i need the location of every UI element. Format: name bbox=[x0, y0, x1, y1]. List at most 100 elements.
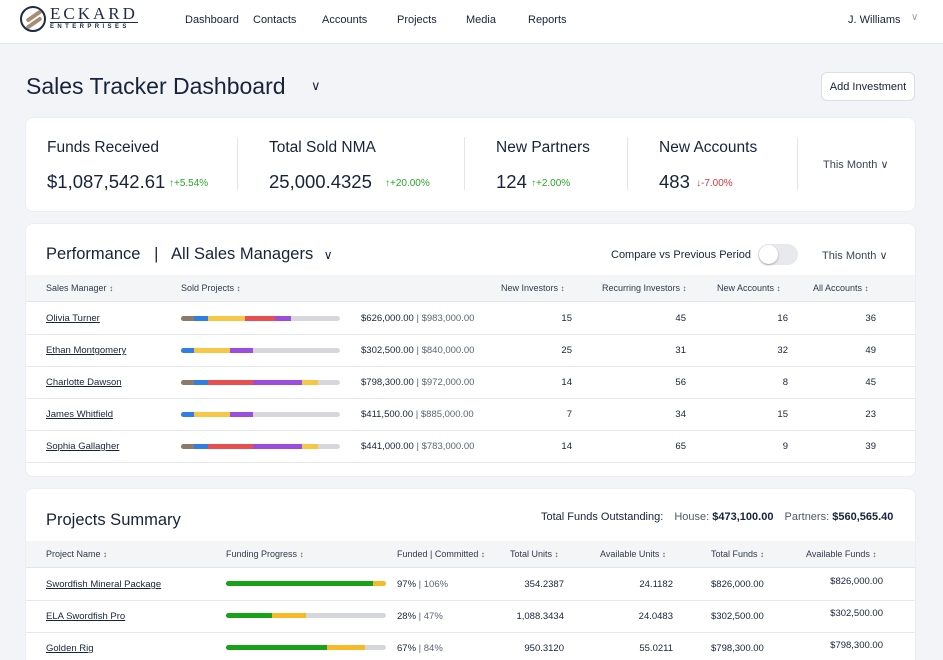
project-name-link[interactable]: ELA Swordfish Pro bbox=[46, 611, 125, 622]
sort-icon[interactable]: ↕ bbox=[662, 550, 666, 559]
column-new-investors[interactable]: New Investors ↕ bbox=[501, 283, 565, 293]
column-label: Available Units bbox=[600, 549, 660, 559]
column-project-name[interactable]: Project Name ↕ bbox=[46, 549, 107, 559]
column-total-funds[interactable]: Total Funds ↕ bbox=[711, 549, 764, 559]
table-row: Ethan Montgomery $302,500.00 | $840,000.0… bbox=[26, 335, 915, 367]
all-accounts-value: 36 bbox=[865, 313, 876, 324]
stat-value: 124 bbox=[496, 171, 527, 192]
compare-toggle[interactable] bbox=[758, 244, 798, 265]
sold-projects-bar bbox=[181, 348, 340, 353]
column-new-accounts[interactable]: New Accounts ↕ bbox=[717, 283, 781, 293]
funding-progress-bar bbox=[226, 581, 386, 586]
all-accounts-value: 49 bbox=[865, 345, 876, 356]
column-sales-manager[interactable]: Sales Manager ↕ bbox=[46, 283, 113, 293]
available-funds-value: $798,300.00 bbox=[830, 640, 883, 651]
nav-accounts[interactable]: Accounts bbox=[322, 14, 367, 26]
column-all-accounts[interactable]: All Accounts ↕ bbox=[813, 283, 869, 293]
bar-segment-purple bbox=[252, 444, 302, 449]
total-funds-value: $798,300.00 bbox=[711, 643, 764, 654]
sort-icon[interactable]: ↕ bbox=[481, 550, 485, 559]
sales-manager-link[interactable]: Sophia Gallagher bbox=[46, 441, 119, 452]
nav-reports[interactable]: Reports bbox=[528, 14, 567, 26]
project-name-link[interactable]: Golden Rig bbox=[46, 643, 94, 654]
column-available-funds[interactable]: Available Funds ↕ bbox=[806, 549, 876, 559]
sort-icon[interactable]: ↕ bbox=[872, 550, 876, 559]
funded-percent: 97% bbox=[397, 579, 417, 590]
user-menu[interactable]: J. Williams bbox=[848, 14, 901, 26]
column-available-units[interactable]: Available Units ↕ bbox=[600, 549, 666, 559]
available-units-value: 24.1182 bbox=[639, 579, 673, 590]
sort-icon[interactable]: ↕ bbox=[865, 284, 869, 293]
total-units-value: 950.3120 bbox=[524, 643, 564, 654]
nav-dashboard[interactable]: Dashboard bbox=[185, 14, 239, 26]
sales-manager-link[interactable]: Ethan Montgomery bbox=[46, 345, 126, 356]
stat-label: New Partners bbox=[496, 139, 590, 156]
total-value: $840,000.00 bbox=[421, 345, 475, 356]
column-funded-committed[interactable]: Funded | Committed ↕ bbox=[397, 549, 485, 559]
column-label: New Accounts bbox=[717, 283, 775, 293]
top-navigation: ECKARD ENTERPRISES Dashboard Contacts Ac… bbox=[0, 0, 943, 44]
sold-projects-bar bbox=[181, 380, 340, 385]
sold-value: $411,500.00 bbox=[361, 409, 414, 420]
sort-icon[interactable]: ↕ bbox=[760, 550, 764, 559]
column-total-units[interactable]: Total Units ↕ bbox=[510, 549, 559, 559]
project-name-link[interactable]: Swordfish Mineral Package bbox=[46, 579, 161, 590]
stat-label: New Accounts bbox=[659, 139, 758, 156]
title-separator: | bbox=[154, 245, 159, 263]
bar-segment-purple bbox=[274, 316, 291, 321]
sort-icon[interactable]: ↕ bbox=[237, 284, 241, 293]
chevron-down-icon[interactable]: ∨ bbox=[324, 248, 333, 262]
stats-period-dropdown[interactable]: This Month ∨ bbox=[823, 158, 889, 171]
nav-projects[interactable]: Projects bbox=[397, 14, 437, 26]
chevron-down-icon[interactable]: ∨ bbox=[911, 12, 918, 23]
stat-label: Funds Received bbox=[47, 139, 160, 156]
sales-manager-link[interactable]: Olivia Turner bbox=[46, 313, 100, 324]
sort-icon[interactable]: ↕ bbox=[683, 284, 687, 293]
stat-delta: ↓-7.00% bbox=[696, 178, 733, 189]
performance-card: Performance | All Sales Managers ∨ Compa… bbox=[25, 223, 916, 477]
column-recurring-investors[interactable]: Recurring Investors ↕ bbox=[602, 283, 687, 293]
chevron-down-icon[interactable]: ∨ bbox=[311, 78, 321, 94]
total-value: $972,000.00 bbox=[421, 377, 475, 388]
stat-label: Total Sold NMA bbox=[269, 139, 376, 156]
performance-period-dropdown[interactable]: This Month ∨ bbox=[822, 249, 888, 262]
table-row: ELA Swordfish Pro 28% | 47% 1,088.3434 24.0… bbox=[26, 601, 915, 633]
new-accounts-value: 8 bbox=[782, 377, 788, 388]
divider bbox=[797, 137, 798, 190]
bar-segment-blue bbox=[193, 380, 209, 385]
value-separator: | bbox=[416, 611, 424, 622]
sort-icon[interactable]: ↕ bbox=[300, 550, 304, 559]
bar-segment-red bbox=[244, 316, 275, 321]
funded-segment bbox=[226, 613, 273, 618]
funded-segment bbox=[226, 581, 374, 586]
sort-icon[interactable]: ↕ bbox=[109, 284, 113, 293]
sort-icon[interactable]: ↕ bbox=[777, 284, 781, 293]
nav-contacts[interactable]: Contacts bbox=[253, 14, 296, 26]
column-label: All Accounts bbox=[813, 283, 863, 293]
column-sold-projects[interactable]: Sold Projects ↕ bbox=[181, 283, 241, 293]
performance-label: Performance bbox=[46, 245, 141, 263]
all-accounts-value: 23 bbox=[865, 409, 876, 420]
recurring-investors-value: 31 bbox=[675, 345, 686, 356]
sold-projects-bar bbox=[181, 412, 340, 417]
nav-media[interactable]: Media bbox=[466, 14, 496, 26]
sales-manager-link[interactable]: James Whitfield bbox=[46, 409, 113, 420]
sort-icon[interactable]: ↕ bbox=[561, 284, 565, 293]
all-accounts-value: 39 bbox=[865, 441, 876, 452]
brand-logo[interactable]: ECKARD ENTERPRISES bbox=[20, 5, 138, 32]
bar-segment-purple bbox=[252, 380, 302, 385]
bar-segment-yellow bbox=[193, 348, 231, 353]
house-label: House: bbox=[674, 511, 710, 523]
sort-icon[interactable]: ↕ bbox=[555, 550, 559, 559]
bar-segment-yellow bbox=[193, 412, 231, 417]
table-row: Golden Rig 67% | 84% 950.3120 55.0211 $798,3… bbox=[26, 633, 915, 660]
table-row: Sophia Gallagher $441,000.00 | $783,000.0… bbox=[26, 431, 915, 463]
sort-icon[interactable]: ↕ bbox=[103, 550, 107, 559]
sales-manager-filter[interactable]: All Sales Managers bbox=[171, 245, 313, 263]
table-row: Olivia Turner $626,000.00 | $983,000.00 15… bbox=[26, 303, 915, 335]
column-funding-progress[interactable]: Funding Progress ↕ bbox=[226, 549, 304, 559]
sales-manager-link[interactable]: Charlotte Dawson bbox=[46, 377, 122, 388]
total-funds-value: $826,000.00 bbox=[711, 579, 764, 590]
add-investment-button[interactable]: Add Investment bbox=[821, 72, 915, 101]
column-label: Recurring Investors bbox=[602, 283, 681, 293]
